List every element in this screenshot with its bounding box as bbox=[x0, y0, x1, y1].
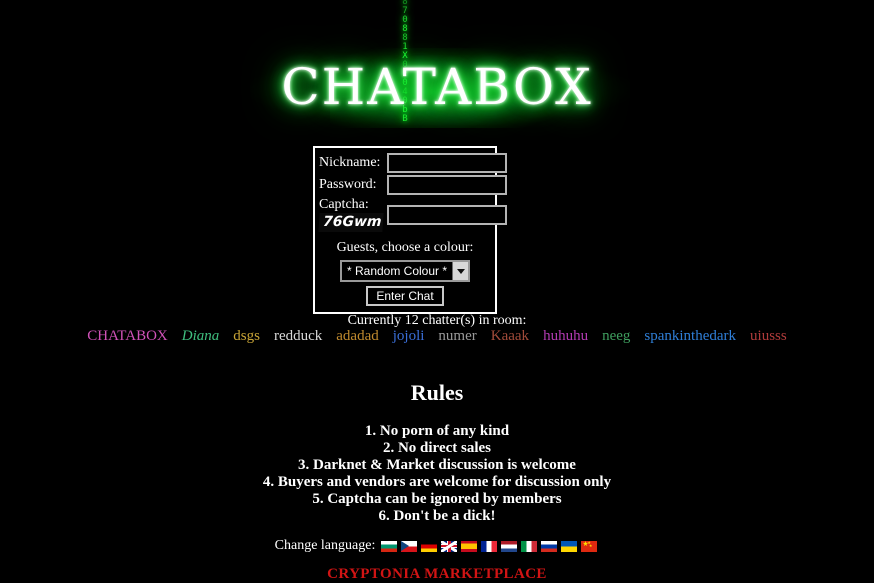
chatter-name[interactable]: huhuhu bbox=[543, 328, 588, 344]
submit-row: Enter Chat bbox=[315, 286, 495, 306]
flag-stripes bbox=[501, 540, 518, 552]
flag-spain-icon[interactable] bbox=[460, 539, 479, 553]
chatter-name[interactable]: numer bbox=[438, 328, 476, 344]
rules-heading: Rules bbox=[410, 380, 464, 405]
password-input-cell bbox=[385, 174, 509, 196]
colour-select-row: * Random Colour * bbox=[315, 260, 495, 282]
language-bar: Change language: ★ ★ ★ bbox=[0, 538, 874, 554]
chatter-count: Currently 12 chatter(s) in room: bbox=[347, 313, 527, 328]
flag-cross bbox=[441, 544, 458, 548]
flag-star: ★ bbox=[588, 542, 593, 548]
chatter-name[interactable]: Diana bbox=[182, 328, 220, 344]
flag-stripes bbox=[381, 540, 398, 552]
chatter-name[interactable]: CHATABOX bbox=[87, 328, 167, 344]
captcha-label: Captcha: bbox=[319, 197, 369, 212]
password-row: Password: bbox=[317, 174, 509, 196]
captcha-image: 76Gwm bbox=[318, 213, 384, 232]
flag-germany-icon[interactable] bbox=[420, 539, 439, 553]
colour-prompt: Guests, choose a colour: bbox=[336, 240, 474, 255]
flag-bulgaria-icon[interactable] bbox=[380, 539, 399, 553]
flag-france-icon[interactable] bbox=[480, 539, 499, 553]
flag-stripes bbox=[421, 540, 438, 552]
chatter-name[interactable]: neeg bbox=[602, 328, 630, 344]
chatter-name[interactable]: adadad bbox=[336, 328, 378, 344]
colour-select-value: * Random Colour * bbox=[346, 264, 448, 278]
change-language-label: Change language: bbox=[274, 538, 376, 553]
chatter-list: CHATABOX Diana dsgs redduck adadad jojoli nume… bbox=[0, 328, 874, 345]
flag-netherlands-icon[interactable] bbox=[500, 539, 519, 553]
chatter-name[interactable]: Kaaak bbox=[491, 328, 529, 344]
rule-item: 6. Don't be a dick! bbox=[378, 508, 496, 524]
chevron-down-icon[interactable] bbox=[452, 262, 469, 280]
flag-ukraine-icon[interactable] bbox=[560, 539, 579, 553]
site-logo: CHATABOX bbox=[281, 58, 593, 116]
flag-stripes bbox=[481, 540, 498, 552]
nickname-input-cell bbox=[385, 152, 509, 174]
nickname-input[interactable] bbox=[387, 153, 507, 173]
captcha-label-cell: Captcha: 76Gwm bbox=[317, 196, 385, 233]
captcha-row: Captcha: 76Gwm bbox=[317, 196, 509, 233]
nickname-row: Nickname: bbox=[317, 152, 509, 174]
matrix-char: B bbox=[402, 114, 408, 124]
chatter-name[interactable]: dsgs bbox=[233, 328, 260, 344]
enter-chat-button[interactable]: Enter Chat bbox=[366, 286, 444, 306]
matrix-char: 1 bbox=[402, 42, 408, 52]
chatter-name[interactable]: uiusss bbox=[750, 328, 787, 344]
chatter-name[interactable]: spankinthedark bbox=[644, 328, 736, 344]
password-label: Password: bbox=[319, 177, 377, 192]
login-form: Nickname: Password: Captcha: 76Gwm Guest… bbox=[313, 146, 507, 314]
login-fields-table: Nickname: Password: Captcha: 76Gwm bbox=[317, 152, 509, 233]
flag-cross bbox=[448, 540, 451, 552]
captcha-input[interactable] bbox=[387, 204, 507, 225]
flag-czech-icon[interactable] bbox=[400, 539, 419, 553]
site-header: 870881X0E040bB CHATABOX bbox=[0, 0, 874, 140]
nickname-label: Nickname: bbox=[319, 155, 381, 170]
password-input[interactable] bbox=[387, 175, 507, 195]
rule-item: 1. No porn of any kind bbox=[364, 423, 510, 439]
flag-united-kingdom-icon[interactable] bbox=[440, 539, 459, 553]
chatter-name[interactable]: redduck bbox=[274, 328, 322, 344]
rule-item: 4. Buyers and vendors are welcome for di… bbox=[262, 474, 612, 490]
cryptonia-marketplace-link[interactable]: CRYPTONIA MARKETPLACE bbox=[0, 566, 874, 583]
rule-item: 3. Darknet & Market discussion is welcom… bbox=[298, 457, 576, 473]
flag-italy-icon[interactable] bbox=[520, 539, 539, 553]
captcha-input-cell bbox=[385, 196, 509, 233]
colour-select[interactable]: * Random Colour * bbox=[339, 260, 471, 282]
flag-china-icon[interactable]: ★ ★ ★ bbox=[580, 539, 599, 553]
flag-russia-icon[interactable] bbox=[540, 539, 559, 553]
flag-stripes bbox=[521, 540, 538, 552]
rule-item: 2. No direct sales bbox=[382, 440, 492, 456]
rule-item: 5. Captcha can be ignored by members bbox=[312, 491, 562, 507]
rules-list: 1. No porn of any kind 2. No direct sales… bbox=[0, 423, 874, 525]
chatter-name[interactable]: jojoli bbox=[393, 328, 425, 344]
